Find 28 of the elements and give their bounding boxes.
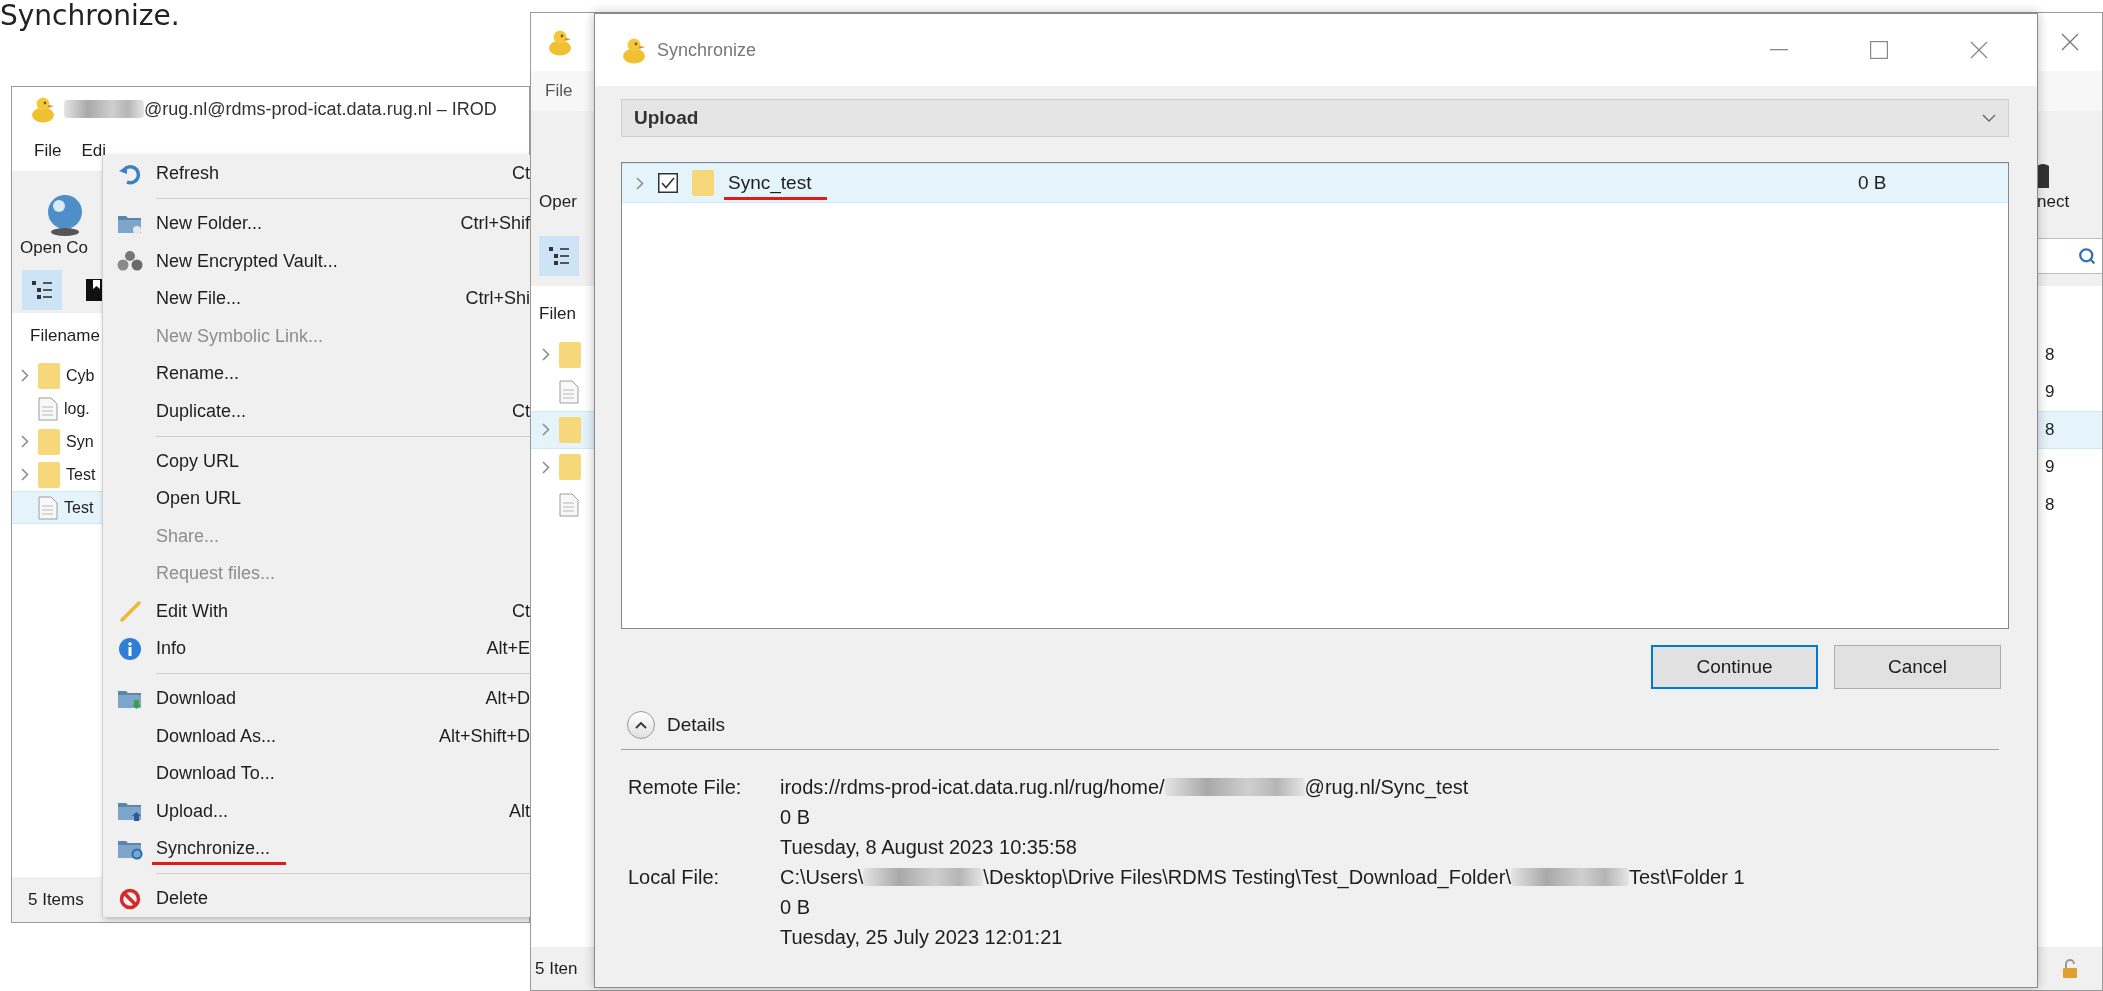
window-title: @rug.nl@rdms-prod-icat.data.rug.nl – IROD [144,98,497,120]
modified-date: Tuesday, 8 August 2023 10:35:58 [780,835,1077,859]
file-name: Test [66,465,96,484]
file-size: 0 B [780,895,811,919]
modified-date: Tuesday, 25 July 2023 12:01:21 [780,925,1063,949]
status-text: 5 Items [28,889,84,910]
field-label: Remote File: [628,775,742,799]
caption-text: Synchronize. [0,0,180,32]
file-name: Test [64,498,94,517]
file-name: Syn [66,432,94,451]
table-cell-text: 9 [2045,457,2056,478]
table-cell-text: 8 [2045,344,2056,365]
path-text: \Desktop\Drive Files\RDMS Testing\Test_Download_Folder\ [983,865,1511,889]
file-name: Cyb [66,366,95,385]
path-text: Test\Folder 1 [1628,865,1745,889]
table-cell-text: 8 [2045,419,2056,440]
path-text: irods://rdms-prod-icat.data.rug.nl/rug/home/ [780,775,1165,799]
table-cell-text: 9 [2045,382,2056,403]
path-text: C:\Users\ [780,865,864,889]
status-text: 5 Iten [535,958,578,978]
file-size: 0 B [780,805,811,829]
file-name: log. [64,399,90,418]
path-text: @rug.nl/Sync_test [1304,775,1469,799]
item-size: 0 B [1858,172,1888,194]
table-cell-text: 8 [2045,494,2056,515]
item-name: Sync_test [728,172,812,194]
field-label: Local File: [628,865,720,889]
window-title: Synchronize [657,39,757,61]
